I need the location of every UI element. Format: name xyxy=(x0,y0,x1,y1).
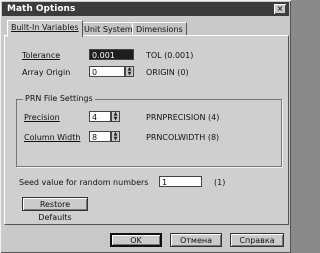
math-options-dialog: Math Options × Built-In Variables Unit S… xyxy=(0,0,291,253)
ok-button[interactable]: OK xyxy=(110,233,162,247)
column-width-input[interactable]: 8 xyxy=(89,131,111,142)
seed-input[interactable]: 1 xyxy=(159,176,202,187)
precision-label: Precision xyxy=(24,113,60,122)
tolerance-label: Tolerance xyxy=(22,51,61,60)
prn-group-title: PRN File Settings xyxy=(23,94,95,103)
precision-var: PRNPRECISION (4) xyxy=(146,113,220,122)
tab-label: Dimensions xyxy=(136,25,183,34)
prn-settings-group: PRN File Settings Precision 4 ▲ ▼ PRNPRE… xyxy=(16,94,282,167)
spin-down-icon[interactable]: ▼ xyxy=(126,72,133,77)
precision-spinner[interactable]: ▲ ▼ xyxy=(111,111,120,122)
spin-down-icon[interactable]: ▼ xyxy=(112,137,119,142)
tolerance-var: TOL (0.001) xyxy=(146,51,194,60)
seed-var: (1) xyxy=(214,178,226,187)
restore-defaults-button[interactable]: Restore Defaults xyxy=(22,197,88,222)
array-origin-label: Array Origin xyxy=(22,68,71,77)
array-origin-input[interactable]: 0 xyxy=(89,66,125,77)
tab-label: Unit System xyxy=(84,25,133,34)
precision-input[interactable]: 4 xyxy=(89,111,111,122)
tolerance-input[interactable]: 0.001 xyxy=(89,49,134,60)
column-width-label: Column Width xyxy=(24,133,81,142)
title-bar[interactable]: Math Options × xyxy=(2,2,289,16)
spin-down-icon[interactable]: ▼ xyxy=(112,117,119,122)
array-origin-spinner[interactable]: ▲ ▼ xyxy=(125,66,134,77)
seed-label: Seed value for random numbers xyxy=(19,178,149,187)
column-width-var: PRNCOLWIDTH (8) xyxy=(146,133,220,142)
tab-label: Built-In Variables xyxy=(11,23,79,32)
cancel-button[interactable]: Отмена xyxy=(170,233,222,247)
window-title: Math Options xyxy=(7,4,76,14)
tab-built-in-variables[interactable]: Built-In Variables xyxy=(7,20,83,37)
column-width-spinner[interactable]: ▲ ▼ xyxy=(111,131,120,142)
array-origin-var: ORIGIN (0) xyxy=(146,68,189,77)
help-button[interactable]: Справка xyxy=(230,233,284,247)
tab-panel: Tolerance 0.001 TOL (0.001) Array Origin… xyxy=(4,35,289,225)
close-icon[interactable]: × xyxy=(274,4,286,14)
